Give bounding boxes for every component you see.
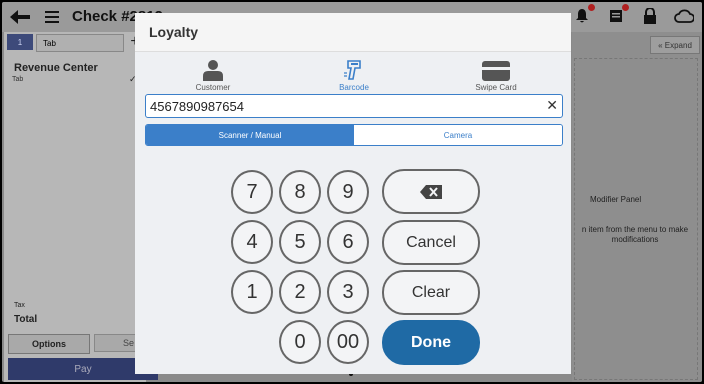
backspace-button[interactable] xyxy=(382,169,480,214)
key-4[interactable]: 4 xyxy=(231,220,273,264)
swipe-card-option-label: Swipe Card xyxy=(475,83,517,92)
backspace-icon xyxy=(420,184,442,199)
barcode-option-label: Barcode xyxy=(339,83,369,92)
done-button[interactable]: Done xyxy=(382,320,480,365)
clear-button[interactable]: Clear xyxy=(382,270,480,315)
total-label: Total xyxy=(14,314,38,325)
hamburger-menu-icon[interactable] xyxy=(44,2,60,32)
key-2[interactable]: 2 xyxy=(279,270,321,314)
tab-selected[interactable]: 1 xyxy=(7,34,33,50)
revenue-center-label: Revenue Center xyxy=(14,62,98,74)
key-5[interactable]: 5 xyxy=(279,220,321,264)
dialog-header: Loyalty xyxy=(135,13,571,52)
tab-item[interactable]: Tab xyxy=(36,34,124,52)
key-7[interactable]: 7 xyxy=(231,170,273,214)
key-9[interactable]: 9 xyxy=(327,170,369,214)
cloud-icon[interactable] xyxy=(674,6,694,26)
cancel-button[interactable]: Cancel xyxy=(382,220,480,265)
person-icon xyxy=(168,57,258,81)
key-0[interactable]: 0 xyxy=(279,320,321,364)
key-6[interactable]: 6 xyxy=(327,220,369,264)
modifier-area: Modifier Panel n item from the menu to m… xyxy=(574,58,698,380)
key-8[interactable]: 8 xyxy=(279,170,321,214)
options-button[interactable]: Options xyxy=(8,334,90,354)
customer-option[interactable]: Customer xyxy=(168,57,258,92)
barcode-option[interactable]: Barcode xyxy=(309,57,399,92)
key-3[interactable]: 3 xyxy=(327,270,369,314)
loyalty-number-value: 4567890987654 xyxy=(150,98,244,114)
clear-input-icon[interactable]: ✕ xyxy=(546,97,558,114)
modifier-panel-title: Modifier Panel xyxy=(590,195,642,204)
input-mode-toggle: Scanner / Manual Camera xyxy=(145,124,563,146)
scanner-manual-tab[interactable]: Scanner / Manual xyxy=(146,125,354,145)
revenue-center-sub: Tab xyxy=(12,76,24,83)
camera-tab[interactable]: Camera xyxy=(354,125,562,145)
key-00[interactable]: 00 xyxy=(327,320,369,364)
key-1[interactable]: 1 xyxy=(231,270,273,314)
card-icon xyxy=(451,57,541,81)
back-arrow-icon[interactable] xyxy=(8,2,32,32)
tax-label: Tax xyxy=(14,302,25,309)
loyalty-dialog: Loyalty Customer Barcode Swipe Card 4567… xyxy=(135,13,571,374)
modifier-panel: « Expand Modifier Panel n item from the … xyxy=(572,32,702,382)
order-panel: 1 Tab + Revenue Center Tab ✓ Tax Total O… xyxy=(4,32,158,382)
notification-bell-icon[interactable] xyxy=(572,4,595,26)
swipe-card-option[interactable]: Swipe Card xyxy=(451,57,541,92)
pos-screen: Check #2812 1 Tab + Revenue Center Ta xyxy=(2,2,702,382)
dialog-title: Loyalty xyxy=(149,24,199,40)
lock-icon[interactable] xyxy=(640,6,660,26)
expand-button[interactable]: « Expand xyxy=(650,36,700,54)
modifier-panel-hint: n item from the menu to make modificatio… xyxy=(581,225,689,244)
messages-icon[interactable] xyxy=(606,4,629,26)
loyalty-number-input[interactable]: 4567890987654 ✕ xyxy=(145,94,563,118)
customer-option-label: Customer xyxy=(195,83,231,92)
barcode-scanner-icon xyxy=(309,57,399,81)
